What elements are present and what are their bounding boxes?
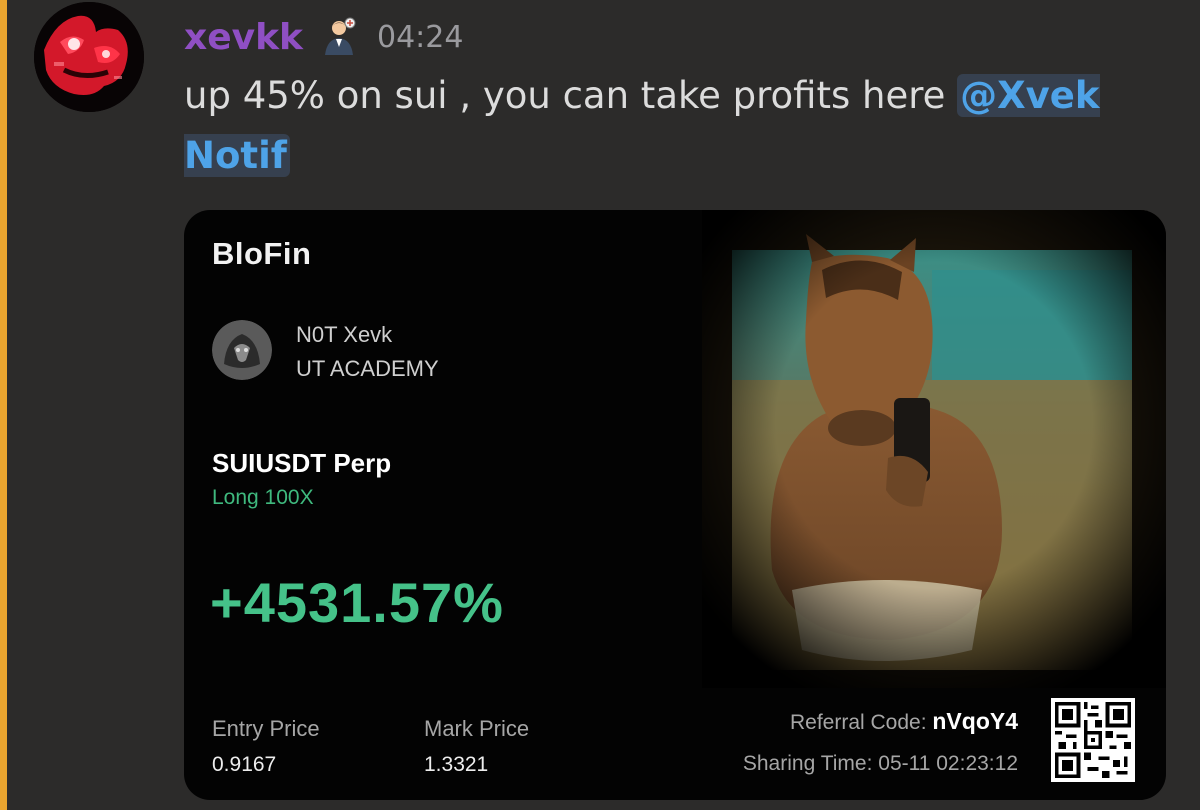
mark-price-label: Mark Price [424,716,530,741]
mark-price-value: 1.3321 [424,753,489,776]
pnl-percentage: +4531.57% [210,571,504,634]
mention-highlight-bar [0,0,7,810]
referral-qr-code[interactable] [1051,698,1135,782]
account-team: UT ACADEMY [296,356,439,381]
message-body: up 45% on sui , you can take profits her… [184,66,1144,186]
person-with-badge-icon[interactable] [319,17,359,57]
user-avatar[interactable] [34,2,144,112]
horse-photo [702,210,1166,688]
chat-message-view: xevkk 04:24 up 45% on sui , you can take… [0,0,1200,810]
account-name: N0T Xevk [296,322,393,347]
pnl-share-card-image[interactable]: BloFin N0T Xevk UT ACADEMY SUIUSDT Perp … [184,210,1166,800]
message-header: xevkk 04:24 [184,12,463,62]
entry-price-label: Entry Price [212,716,320,741]
referral-label: Referral Code: [789,711,933,734]
message-timestamp[interactable]: 04:24 [377,20,463,55]
message-text: up 45% on sui , you can take profits her… [184,74,958,117]
entry-price-value: 0.9167 [212,753,277,776]
position-side-leverage: Long 100X [212,486,314,509]
brand-logo: BloFin [212,236,312,271]
referral-row: Referral Code: nVqoY4 [790,708,1018,735]
sharing-time: Sharing Time: 05-11 02:23:12 [742,752,1018,775]
trading-pair: SUIUSDT Perp [212,448,392,478]
account-avatar [212,320,272,380]
author-name[interactable]: xevkk [184,17,303,58]
referral-code: nVqoY4 [932,708,1018,734]
